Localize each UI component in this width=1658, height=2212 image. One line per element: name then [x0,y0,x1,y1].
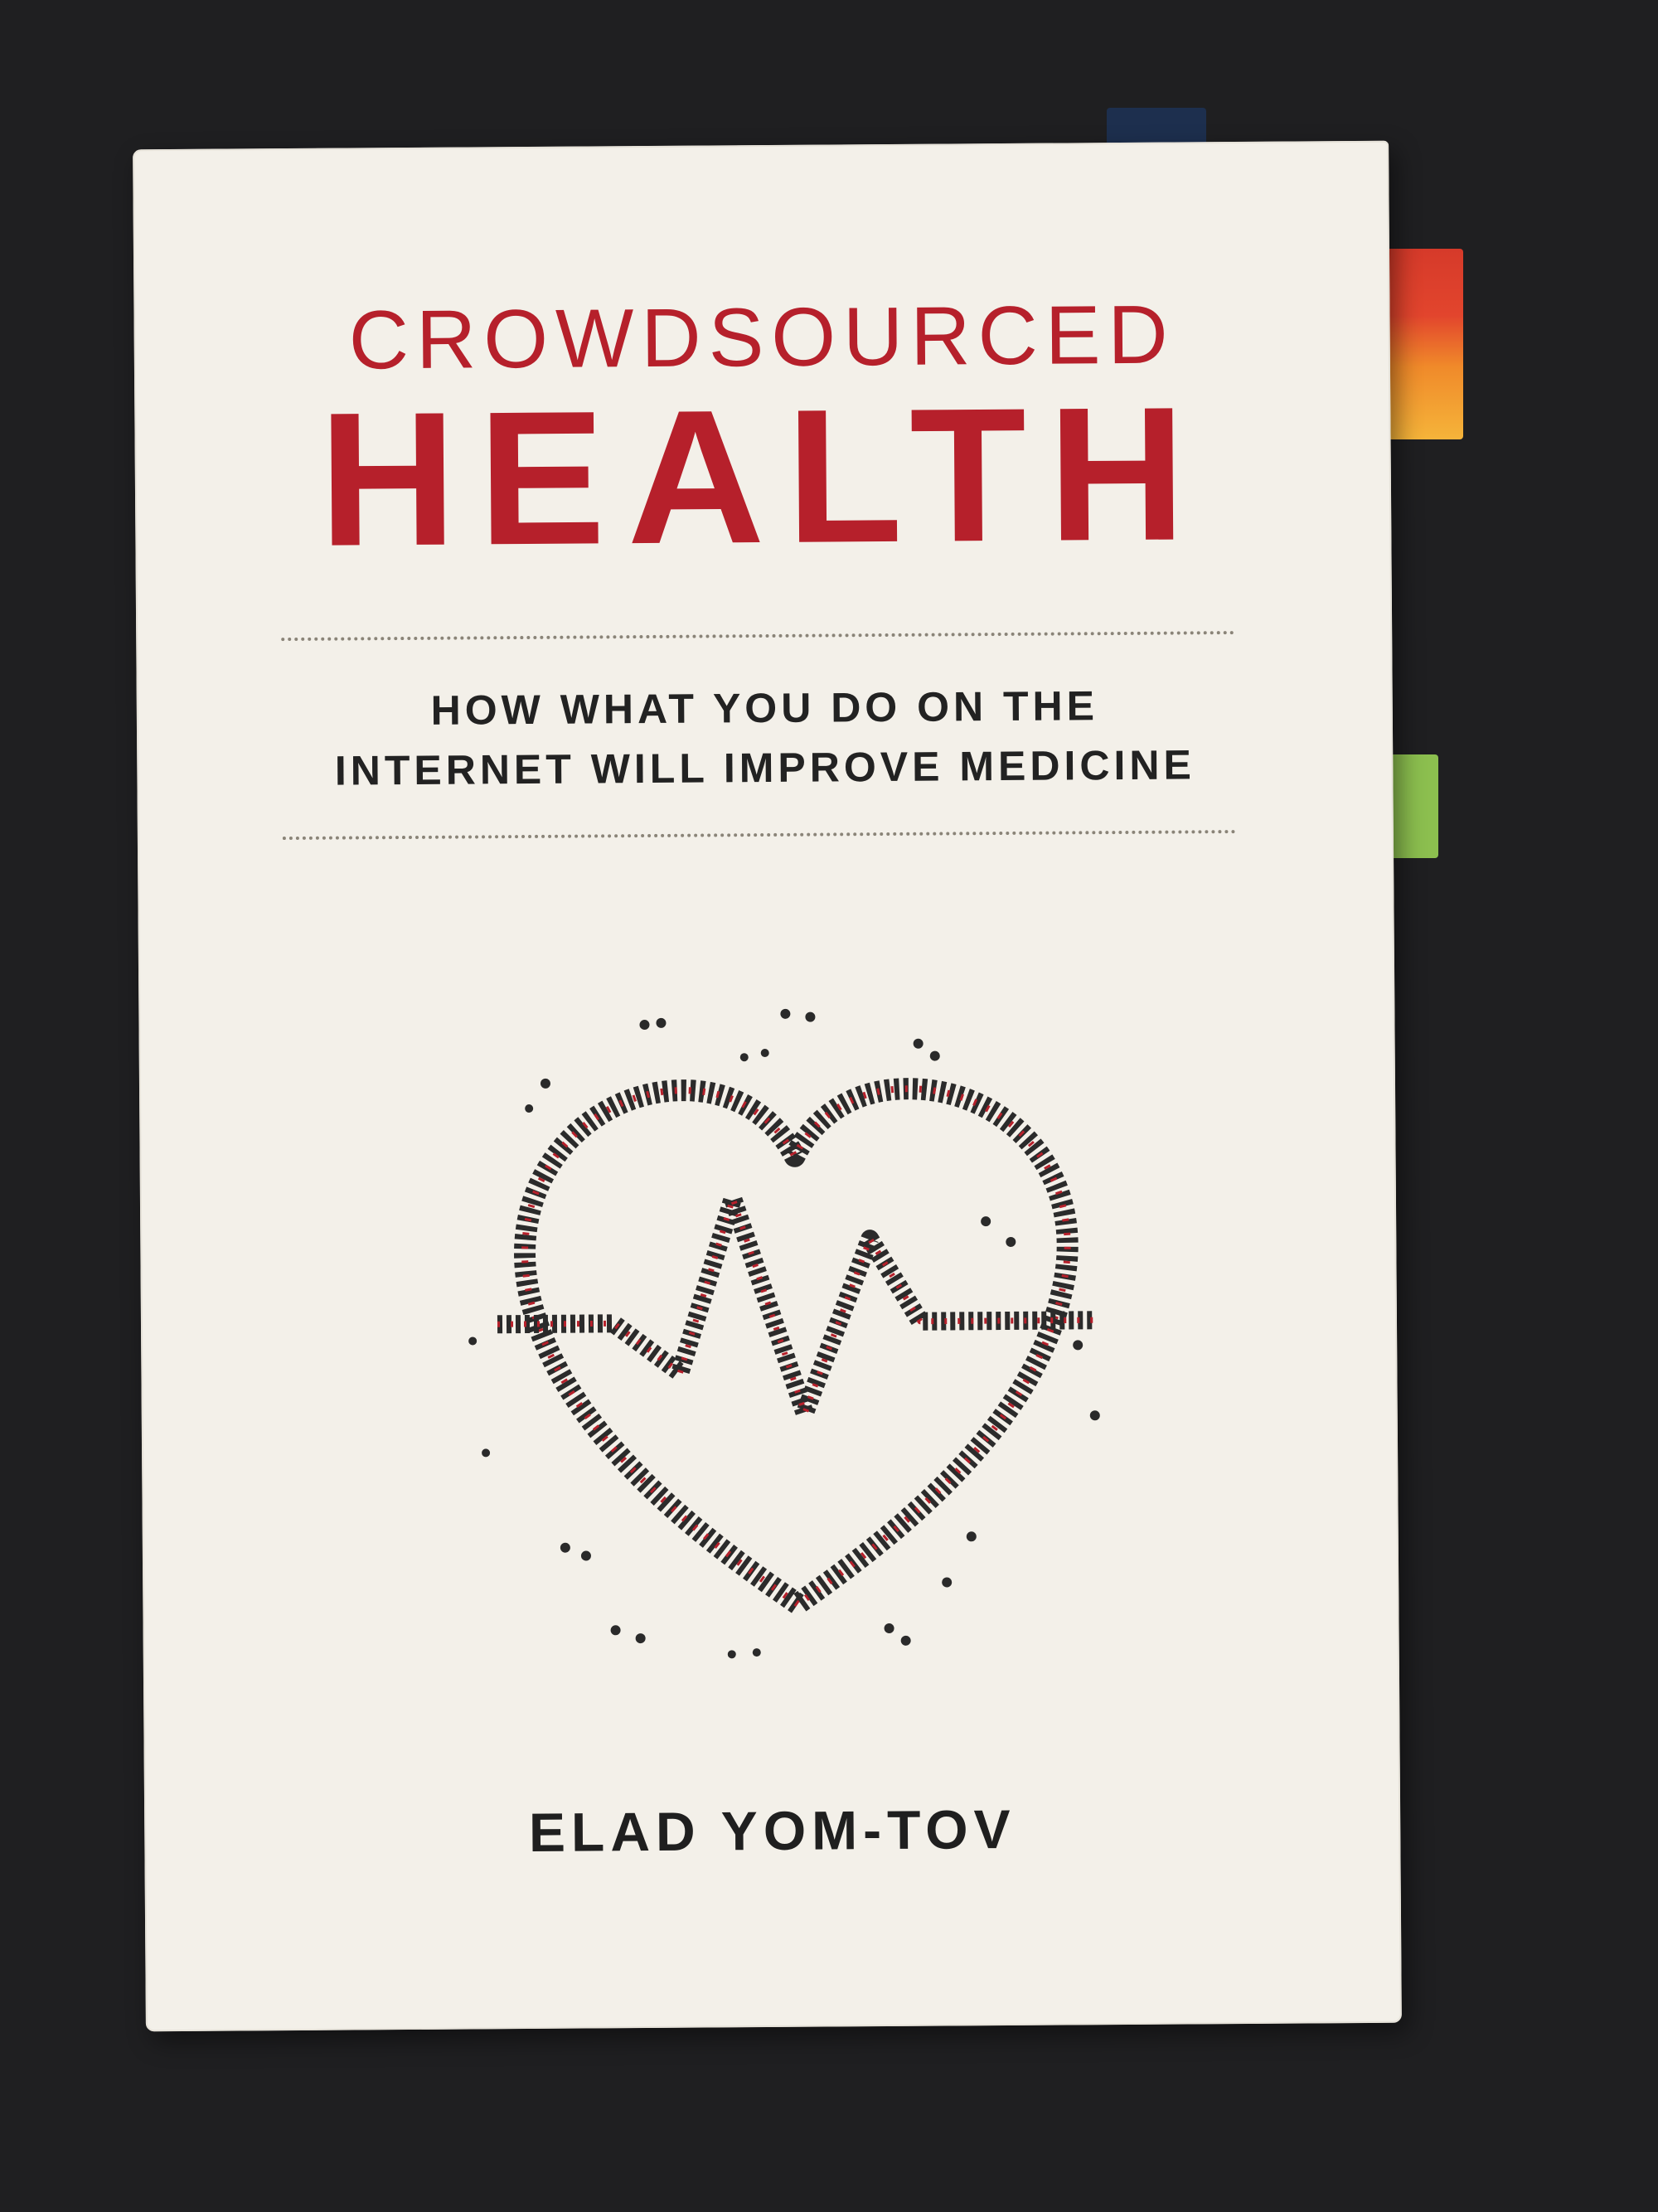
author-name: ELAD YOM-TOV [528,1797,1016,1864]
title-line-2: HEALTH [318,366,1209,586]
heartbeat-line [497,1189,1095,1423]
subtitle-line-1: HOW WHAT YOU DO ON THE [430,682,1099,734]
divider-bottom [282,830,1236,841]
book-cover: CROWDSOURCED HEALTH HOW WHAT YOU DO ON T… [133,140,1402,2032]
divider-top [281,631,1235,642]
subtitle-line-2: INTERNET WILL IMPROVE MEDICINE [334,741,1196,794]
heart-with-heartbeat-crowd-icon [468,1008,1100,1659]
heart-outline [514,1078,1079,1615]
